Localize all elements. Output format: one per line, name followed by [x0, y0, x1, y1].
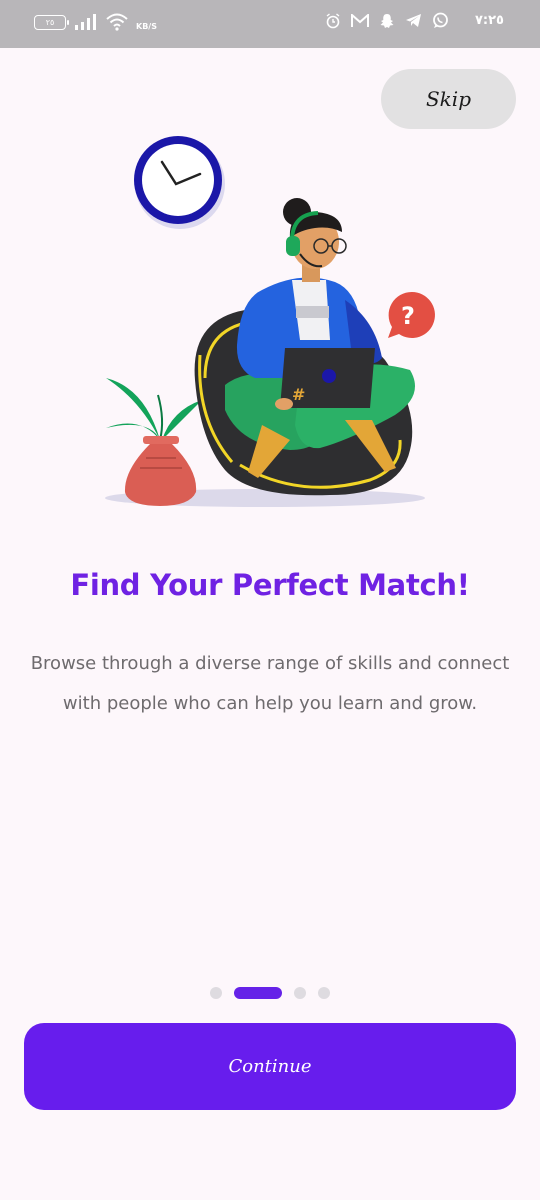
onboarding-illustration: # ?: [105, 136, 435, 507]
question-bubble-icon: ?: [388, 291, 435, 338]
telegram-icon: [405, 14, 421, 27]
wall-clock-icon: [134, 136, 225, 229]
status-bar: ٢٥ KB/S ٧:٢٥: [0, 0, 540, 48]
alarm-icon: [326, 12, 340, 28]
gmail-icon: [350, 13, 369, 27]
snapchat-icon: [380, 13, 394, 28]
page-dot-3: [294, 987, 306, 999]
skip-button[interactable]: Skip: [381, 69, 516, 129]
page-dot-1: [210, 987, 222, 999]
battery-icon: ٢٥: [34, 14, 69, 30]
signal-icon: [75, 14, 96, 30]
whatsapp-icon: [433, 12, 448, 28]
svg-text:?: ?: [401, 302, 415, 330]
plant-icon: [106, 378, 202, 506]
battery-level: ٢٥: [45, 17, 55, 27]
page-dot-2-active: [234, 987, 282, 999]
status-right: ٧:٢٥: [325, 12, 504, 29]
svg-text:#: #: [292, 385, 305, 404]
page-dot-4: [318, 987, 330, 999]
network-speed: KB/S: [136, 21, 157, 31]
wifi-icon: [106, 13, 128, 31]
onboarding-description: Browse through a diverse range of skills…: [30, 653, 510, 714]
status-left: ٢٥ KB/S: [34, 13, 157, 31]
page-indicator: [0, 987, 540, 999]
onboarding-title: Find Your Perfect Match!: [70, 568, 470, 602]
clock: ٧:٢٥: [474, 13, 504, 28]
continue-button[interactable]: Continue: [24, 1023, 516, 1110]
